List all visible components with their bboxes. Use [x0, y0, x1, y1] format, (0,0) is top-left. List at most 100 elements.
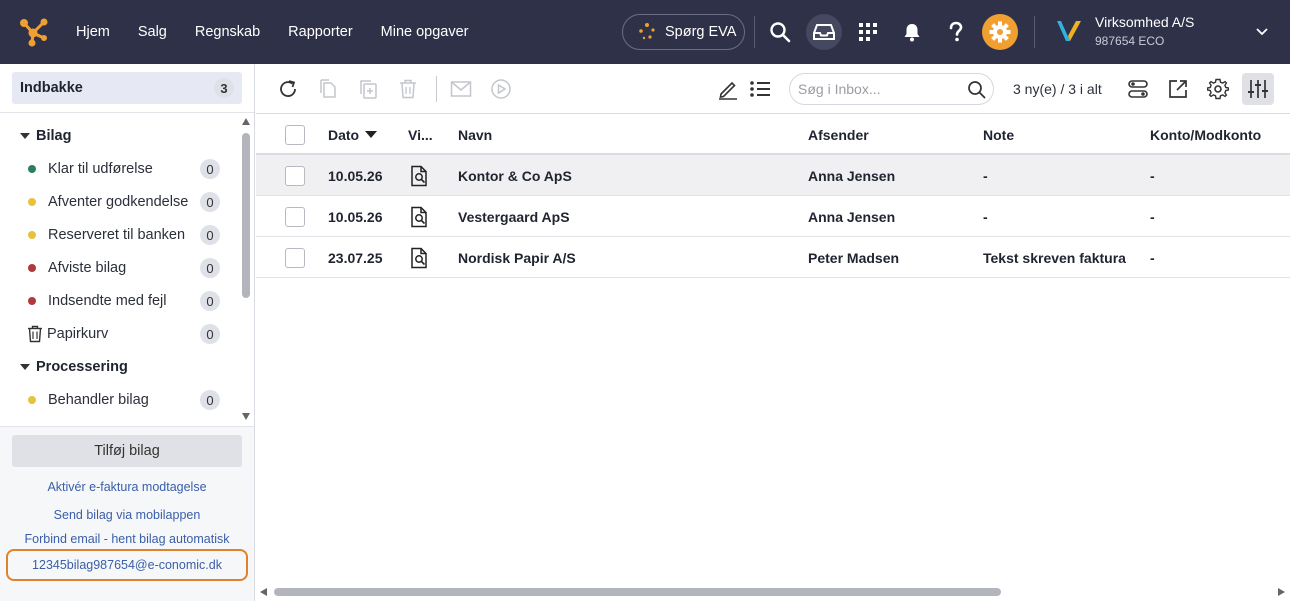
sidebar-item-klar-til-udforelse[interactable]: Klar til udførelse 0	[28, 157, 228, 181]
send-via-mobile-link[interactable]: Send bilag via mobilappen	[0, 508, 254, 522]
status-dot-icon	[28, 264, 36, 272]
list-view-icon[interactable]	[747, 76, 773, 102]
caret-down-icon	[20, 133, 30, 139]
scroll-left-arrow-icon[interactable]	[260, 588, 267, 596]
company-switcher[interactable]: Virksomhed A/S 987654 ECO	[1056, 14, 1194, 48]
count-badge: 3	[214, 78, 234, 98]
nav-item-hjem[interactable]: Hjem	[76, 24, 110, 40]
table-horizontal-scrollbar[interactable]	[256, 584, 1290, 601]
sidebar-scrollbar[interactable]	[239, 113, 254, 425]
apps-grid-icon[interactable]	[850, 14, 886, 50]
sidebar-folder-list: Bilag Klar til udførelse 0 Afventer godk…	[0, 113, 238, 425]
row-account: -	[1150, 167, 1155, 184]
topbar-divider	[754, 16, 755, 48]
refresh-icon[interactable]	[275, 76, 301, 102]
column-header-label: Dato	[328, 126, 360, 143]
app-logo-icon[interactable]	[18, 16, 50, 48]
document-preview-icon[interactable]	[410, 196, 430, 237]
row-note: -	[983, 167, 988, 184]
select-all-checkbox[interactable]	[285, 114, 305, 155]
email-icon[interactable]	[448, 76, 474, 102]
bell-icon[interactable]	[894, 14, 930, 50]
sidebar-item-label: Reserveret til banken	[48, 227, 186, 243]
inbox-toolbar: 3 ny(e) / 3 i alt	[256, 64, 1290, 114]
help-icon[interactable]	[938, 14, 974, 50]
open-external-icon[interactable]	[1165, 76, 1191, 102]
copy-icon[interactable]	[315, 76, 341, 102]
column-header-name[interactable]: Navn	[458, 114, 492, 155]
activate-efaktura-link[interactable]: Aktivér e-faktura modtagelse	[0, 480, 254, 494]
count-badge: 0	[200, 291, 220, 311]
sliders-toggle-icon[interactable]	[1125, 76, 1151, 102]
nav-item-rapporter[interactable]: Rapporter	[288, 24, 352, 40]
scrollbar-thumb[interactable]	[242, 133, 250, 298]
scrollbar-thumb[interactable]	[274, 588, 1001, 596]
sidebar-item-label: Behandler bilag	[48, 392, 149, 408]
top-navigation-bar: Hjem Salg Regnskab Rapporter Mine opgave…	[0, 0, 1290, 64]
scroll-up-arrow-icon[interactable]	[242, 118, 250, 125]
column-header-view[interactable]: Vi...	[408, 114, 433, 155]
inbox-status-count: 3 ny(e) / 3 i alt	[1013, 81, 1102, 97]
group-header-bilag[interactable]: Bilag	[20, 128, 71, 144]
nav-item-mine-opgaver[interactable]: Mine opgaver	[381, 24, 469, 40]
inbox-icon[interactable]	[806, 14, 842, 50]
search-icon[interactable]	[967, 80, 987, 103]
row-checkbox[interactable]	[285, 237, 305, 278]
nav-item-salg[interactable]: Salg	[138, 24, 167, 40]
row-name: Nordisk Papir A/S	[458, 249, 576, 266]
delete-icon[interactable]	[395, 76, 421, 102]
inbox-table: Dato Vi... Navn Afsender Note Konto/Modk…	[256, 114, 1290, 278]
search-icon[interactable]	[762, 14, 798, 50]
column-header-note[interactable]: Note	[983, 114, 1014, 155]
document-preview-icon[interactable]	[410, 237, 430, 278]
nav-item-regnskab[interactable]: Regnskab	[195, 24, 260, 40]
document-preview-icon[interactable]	[410, 155, 430, 196]
status-dot-icon	[28, 396, 36, 404]
row-note: -	[983, 208, 988, 225]
company-id: 987654 ECO	[1095, 34, 1165, 48]
sidebar-item-behandler-bilag[interactable]: Behandler bilag 0	[28, 388, 228, 412]
sidebar: Indbakke 3 Bilag Klar til udførelse 0 Af…	[0, 64, 255, 601]
ask-eva-label: Spørg EVA	[665, 24, 737, 40]
scroll-right-arrow-icon[interactable]	[1278, 588, 1285, 596]
sidebar-item-label: Afviste bilag	[48, 260, 127, 276]
settings-gear-icon[interactable]	[982, 14, 1018, 50]
inbox-search[interactable]	[789, 73, 994, 105]
row-name: Vestergaard ApS	[458, 208, 570, 225]
sidebar-item-indsendte-med-fejl[interactable]: Indsendte med fejl 0	[28, 289, 228, 313]
column-header-date[interactable]: Dato	[328, 114, 378, 155]
status-dot-icon	[28, 165, 36, 173]
group-header-processering[interactable]: Processering	[20, 359, 128, 375]
count-badge: 0	[200, 258, 220, 278]
row-account: -	[1150, 208, 1155, 225]
table-row[interactable]: 23.07.25 Nordisk Papir A/S Peter Madsen …	[256, 237, 1290, 278]
play-circle-icon[interactable]	[488, 76, 514, 102]
row-date: 23.07.25	[328, 249, 383, 266]
sidebar-item-indbakke[interactable]: Indbakke 3	[12, 72, 242, 104]
table-row[interactable]: 10.05.26 Kontor & Co ApS Anna Jensen - -	[256, 155, 1290, 196]
voucher-email-address[interactable]: 12345bilag987654@e-conomic.dk	[6, 549, 248, 581]
column-header-sender[interactable]: Afsender	[808, 114, 869, 155]
edit-pencil-icon[interactable]	[715, 76, 741, 102]
add-voucher-button[interactable]: Tilføj bilag	[12, 435, 242, 467]
trash-icon	[28, 325, 42, 343]
sidebar-item-papirkurv[interactable]: Papirkurv 0	[28, 322, 228, 346]
chevron-down-icon[interactable]	[1255, 25, 1269, 44]
row-checkbox[interactable]	[285, 196, 305, 237]
table-row[interactable]: 10.05.26 Vestergaard ApS Anna Jensen - -	[256, 196, 1290, 237]
settings-gear-icon[interactable]	[1205, 76, 1231, 102]
sidebar-item-reserveret-til-banken[interactable]: Reserveret til banken 0	[28, 223, 228, 247]
row-sender: Anna Jensen	[808, 208, 896, 225]
row-checkbox[interactable]	[285, 155, 305, 196]
search-input[interactable]	[798, 81, 958, 97]
duplicate-icon[interactable]	[355, 76, 381, 102]
column-settings-icon[interactable]	[1242, 73, 1274, 105]
column-header-account[interactable]: Konto/Modkonto	[1150, 114, 1261, 155]
connect-email-link[interactable]: Forbind email - hent bilag automatisk	[0, 532, 254, 546]
count-badge: 0	[200, 324, 220, 344]
sidebar-item-afventer-godkendelse[interactable]: Afventer godkendelse 0	[28, 190, 228, 214]
scroll-down-arrow-icon[interactable]	[242, 413, 250, 420]
sidebar-item-afviste-bilag[interactable]: Afviste bilag 0	[28, 256, 228, 280]
ask-eva-button[interactable]: Spørg EVA	[622, 14, 745, 50]
company-name: Virksomhed A/S	[1095, 14, 1195, 30]
